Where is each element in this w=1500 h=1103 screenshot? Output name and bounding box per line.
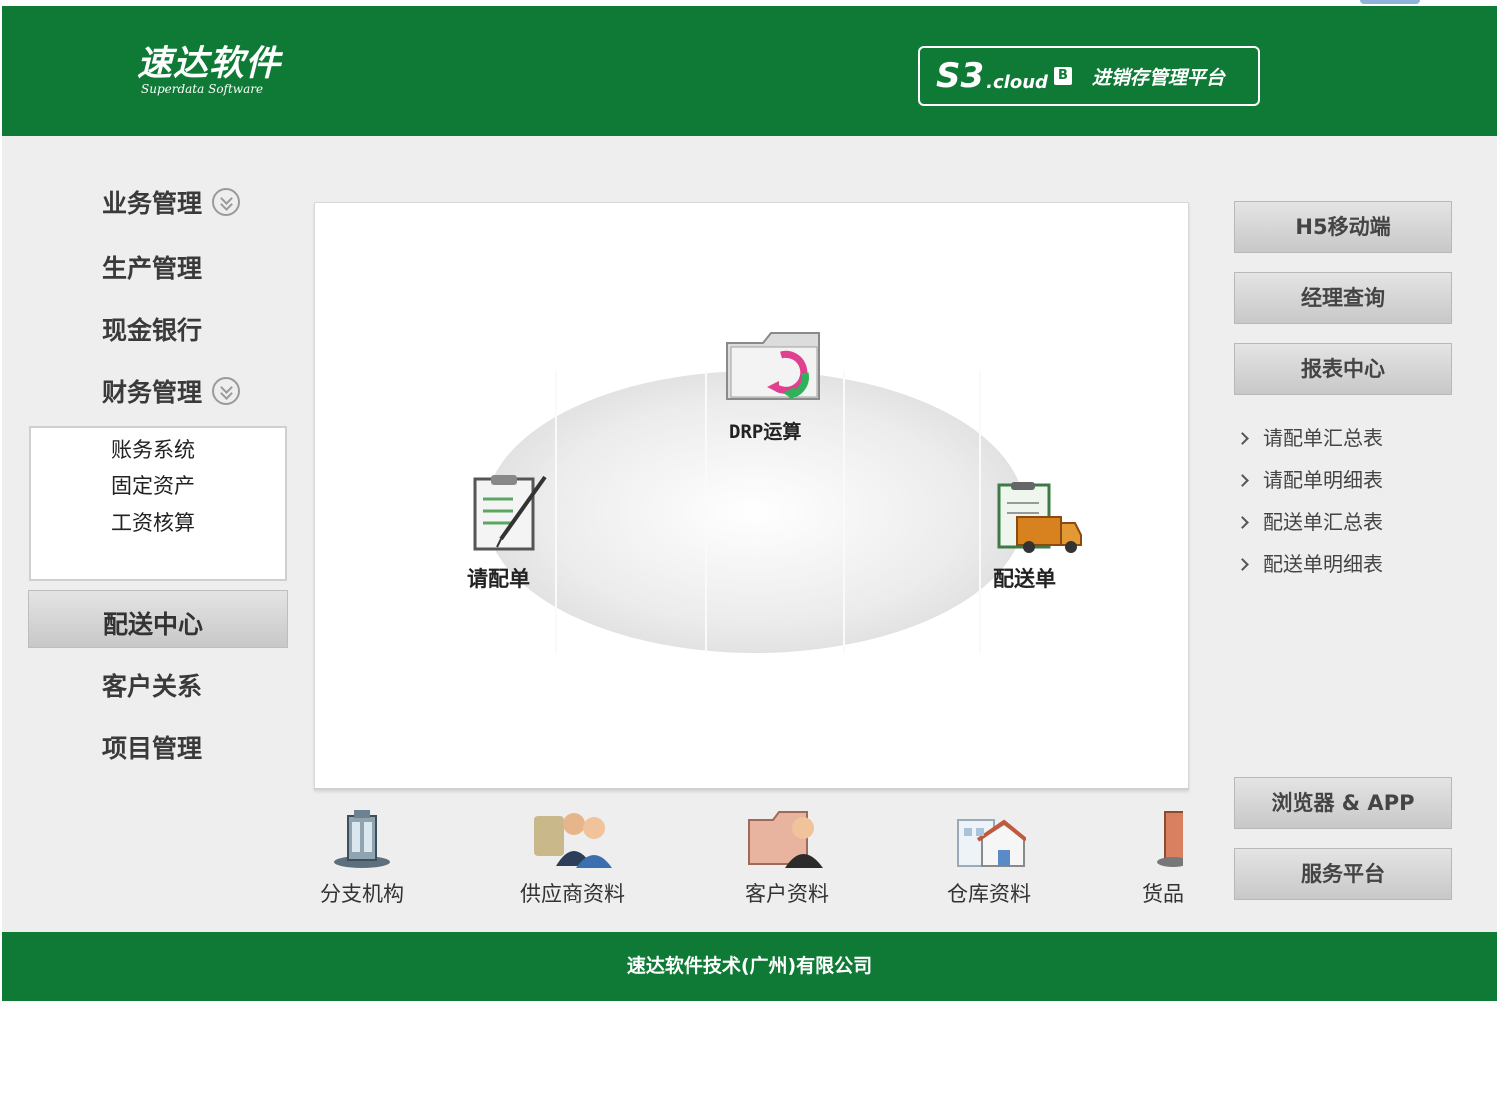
ellipse-divider [705, 371, 707, 653]
quick-link-branches[interactable]: 分支机构 [312, 806, 412, 908]
sidebar-item-label: 配送中心 [103, 610, 204, 639]
sidebar-item-business[interactable]: 业务管理 [102, 184, 241, 220]
sidebar-item-projects[interactable]: 项目管理 [102, 729, 202, 765]
quick-link-goods[interactable]: 货品 [1134, 806, 1192, 908]
supplier-people-icon [533, 813, 612, 868]
request-node-label[interactable]: 请配单 [467, 563, 530, 593]
chevron-right-icon [1236, 558, 1249, 571]
goods-box-icon [1157, 811, 1189, 867]
sidebar-item-label: 项目管理 [102, 734, 203, 763]
quick-link-suppliers[interactable]: 供应商资料 [510, 806, 635, 908]
report-link-label: 配送单汇总表 [1263, 510, 1383, 534]
sidebar-item-production[interactable]: 生产管理 [102, 249, 202, 285]
chevron-right-icon [1236, 474, 1249, 487]
customer-folder-icon [748, 811, 823, 868]
product-brand: S3 [936, 56, 985, 96]
report-link-delivery-detail[interactable]: 配送单明细表 [1236, 548, 1383, 577]
h5-mobile-button[interactable]: H5移动端 [1234, 201, 1452, 253]
ellipse-divider [555, 371, 557, 653]
report-link-request-summary[interactable]: 请配单汇总表 [1236, 422, 1383, 451]
sidebar-item-customer-relations[interactable]: 客户关系 [102, 667, 202, 703]
quick-link-label: 货品 [1142, 882, 1184, 906]
report-link-delivery-summary[interactable]: 配送单汇总表 [1236, 506, 1383, 535]
chevron-right-icon [1236, 516, 1249, 529]
workflow-ellipse [485, 371, 1025, 653]
sidebar-item-label: 生产管理 [102, 254, 203, 283]
quick-link-warehouses[interactable]: 仓库资料 [934, 806, 1044, 908]
report-link-label: 请配单明细表 [1263, 468, 1383, 492]
footer-bar: 速达软件技术(广州)有限公司 [2, 932, 1497, 1001]
chevron-right-icon [1236, 432, 1249, 445]
report-link-label: 请配单汇总表 [1263, 426, 1383, 450]
sidebar-item-cash-bank[interactable]: 现金银行 [102, 311, 202, 347]
quick-link-label: 仓库资料 [947, 882, 1031, 906]
sidebar-item-label: 现金银行 [102, 316, 203, 345]
workflow-canvas: DRP运算 请配单 配送单 [314, 202, 1189, 790]
branch-building-icon [334, 810, 390, 868]
quick-link-label: 客户资料 [745, 882, 829, 906]
drp-folder-icon[interactable] [723, 329, 833, 409]
delivery-node-label[interactable]: 配送单 [993, 563, 1056, 593]
quick-link-label: 分支机构 [320, 882, 404, 906]
ellipse-divider [979, 371, 981, 653]
service-platform-button[interactable]: 服务平台 [1234, 848, 1452, 900]
sidebar-item-distribution-center[interactable]: 配送中心 [28, 590, 288, 648]
submenu-item-accounting[interactable]: 账务系统 [111, 434, 195, 464]
request-clipboard-icon[interactable] [471, 473, 551, 555]
sidebar-item-label: 财务管理 [102, 378, 203, 407]
company-logo: 速达软件 Superdata Software [137, 43, 282, 97]
sidebar-item-label: 客户关系 [102, 672, 203, 701]
manager-query-button[interactable]: 经理查询 [1234, 272, 1452, 324]
report-center-button[interactable]: 报表中心 [1234, 343, 1452, 395]
warehouse-icon [957, 819, 1028, 867]
product-cloud: .cloud [986, 71, 1048, 93]
sidebar-item-label: 业务管理 [102, 189, 203, 218]
submenu-item-payroll[interactable]: 工资核算 [111, 507, 195, 537]
submenu-item-fixed-assets[interactable]: 固定资产 [111, 470, 195, 500]
report-link-request-detail[interactable]: 请配单明细表 [1236, 464, 1383, 493]
quick-link-label: 供应商资料 [520, 882, 625, 906]
corner-decoration [1360, 0, 1420, 4]
product-title: 进销存管理平台 [1091, 66, 1225, 89]
sidebar-item-finance[interactable]: 财务管理 [102, 373, 241, 409]
header-bar: 速达软件 Superdata Software S3 .cloud B 进销存管… [2, 6, 1497, 136]
delivery-truck-icon[interactable] [995, 481, 1083, 559]
finance-submenu: 账务系统 固定资产 工资核算 [29, 426, 287, 581]
product-badge: S3 .cloud B 进销存管理平台 [918, 46, 1260, 106]
quick-link-customers[interactable]: 客户资料 [732, 806, 842, 908]
product-mark: B [1053, 67, 1072, 85]
ellipse-divider [843, 371, 845, 653]
drp-node-label[interactable]: DRP运算 [729, 417, 801, 444]
browser-app-button[interactable]: 浏览器 & APP [1234, 777, 1452, 829]
logo-sub-text: Superdata Software [141, 82, 264, 96]
logo-main-text: 速达软件 [137, 43, 282, 84]
expand-chevron-icon[interactable] [212, 188, 241, 216]
footer-company-name: 速达软件技术(广州)有限公司 [626, 955, 873, 977]
expand-chevron-icon[interactable] [212, 377, 241, 405]
canvas-bottom-divider [314, 788, 1189, 790]
sidebar: 业务管理 生产管理 现金银行 财务管理 账务系统 固定资产 工资核算 配送中心 … [2, 136, 302, 936]
report-link-label: 配送单明细表 [1263, 552, 1383, 576]
app-window: 速达软件 Superdata Software S3 .cloud B 进销存管… [2, 6, 1497, 1001]
